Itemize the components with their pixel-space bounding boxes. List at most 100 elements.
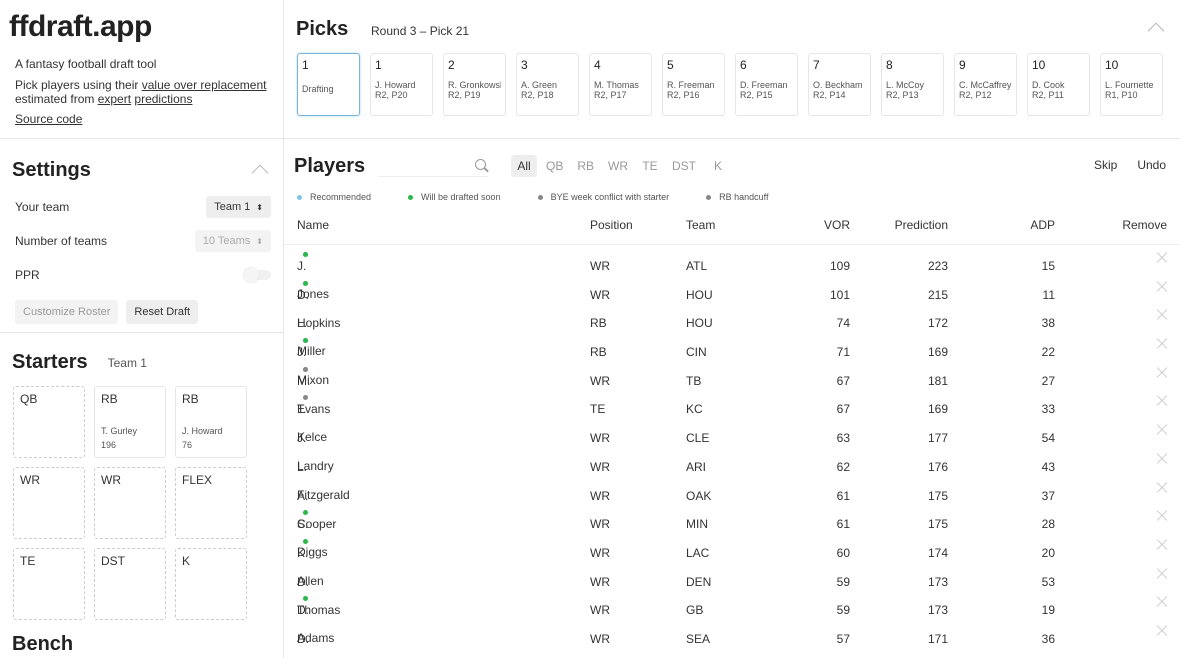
collapse-picks-icon[interactable] (1147, 22, 1165, 40)
expert-link[interactable]: expert (98, 92, 131, 106)
slot-position: QB (20, 392, 38, 406)
table-row[interactable]: M. Evans WR TB 67 181 27 (297, 366, 1167, 416)
player-team: MIN (686, 517, 708, 532)
pick-team-number: 7 (813, 58, 820, 72)
remove-icon[interactable] (1155, 281, 1167, 293)
table-row[interactable]: J. Mixon RB CIN 71 169 22 (297, 338, 1167, 387)
tab-all[interactable]: All (511, 155, 537, 177)
col-team[interactable]: Team (686, 218, 715, 232)
col-position[interactable]: Position (590, 218, 633, 232)
table-row[interactable]: D. Baldwin WR SEA 57 171 36 (297, 625, 1167, 654)
vor-link[interactable]: value over replacement (142, 78, 267, 92)
remove-icon[interactable] (1155, 309, 1167, 321)
player-prediction: 174 (927, 545, 948, 560)
player-prediction: 169 (927, 402, 948, 417)
player-prediction: 176 (927, 459, 948, 474)
player-vor: 71 (836, 345, 850, 360)
pick-team-number: 8 (886, 58, 893, 72)
pick-card-current[interactable]: 1 Drafting (297, 53, 360, 116)
reset-draft-button[interactable]: Reset Draft (126, 300, 199, 324)
tab-te[interactable]: TE (637, 155, 663, 177)
skip-button[interactable]: Skip (1094, 158, 1117, 172)
starter-slot-te[interactable]: TE (13, 548, 85, 620)
pick-card[interactable]: 3 A. Green R2, P18 (516, 53, 579, 116)
player-team: HOU (686, 316, 713, 331)
slot-position: RB (101, 392, 118, 406)
starter-slot-rb[interactable]: RB J. Howard 76 (175, 386, 247, 458)
starter-slot-dst[interactable]: DST (94, 548, 166, 620)
col-adp[interactable]: ADP (1030, 218, 1055, 232)
player-position: WR (590, 488, 610, 503)
remove-icon[interactable] (1155, 568, 1167, 580)
starter-slot-qb[interactable]: QB (13, 386, 85, 458)
remove-icon[interactable] (1155, 510, 1167, 522)
remove-icon[interactable] (1155, 252, 1167, 264)
remove-icon[interactable] (1155, 424, 1167, 436)
tab-dst[interactable]: DST (667, 155, 701, 177)
source-code-link[interactable]: Source code (15, 112, 82, 126)
remove-icon[interactable] (1155, 367, 1167, 379)
table-row[interactable]: J. Landry WR CLE 63 177 54 (297, 424, 1167, 473)
players-table: J. Jones WR ATL 109 223 15 D. Hopkins WR HOU 101 2… (297, 252, 1167, 654)
table-row[interactable]: K. Allen WR LAC 60 174 20 (297, 538, 1167, 588)
starter-slot-wr[interactable]: WR (13, 467, 85, 539)
your-team-select[interactable]: Team 1 ⬍ (206, 196, 271, 218)
tab-k[interactable]: K (705, 155, 731, 177)
search-input[interactable] (378, 155, 488, 177)
starter-slot-wr[interactable]: WR (94, 467, 166, 539)
legend-dot-icon (706, 194, 712, 200)
pick-card[interactable]: 5 R. Freeman R2, P16 (662, 53, 725, 116)
num-teams-select[interactable]: 10 Teams ⬍ (194, 230, 271, 252)
table-row[interactable]: L. Miller RB HOU 74 172 38 (297, 309, 1167, 358)
player-vor: 101 (829, 287, 850, 302)
pick-card[interactable]: 4 M. Thomas R2, P17 (589, 53, 652, 116)
remove-icon[interactable] (1155, 338, 1167, 350)
player-adp: 36 (1041, 631, 1055, 646)
remove-icon[interactable] (1155, 625, 1167, 637)
table-row[interactable]: A. Cooper WR OAK 61 175 37 (297, 482, 1167, 531)
pick-card[interactable]: 6 D. Freeman R2, P15 (735, 53, 798, 116)
pick-slot: R2, P16 (667, 90, 700, 100)
table-row[interactable]: D. Hopkins WR HOU 101 215 11 (297, 280, 1167, 330)
col-vor[interactable]: VOR (824, 218, 850, 232)
col-prediction[interactable]: Prediction (895, 218, 948, 232)
tab-wr[interactable]: WR (603, 155, 633, 177)
players-title: Players (294, 155, 366, 177)
num-teams-label: Number of teams (15, 234, 108, 248)
table-row[interactable]: J. Jones WR ATL 109 223 15 (297, 252, 1167, 301)
remove-icon[interactable] (1155, 395, 1167, 407)
pick-card[interactable]: 9 C. McCaffrey R2, P12 (954, 53, 1017, 116)
pick-card[interactable]: 10 L. Fournette R1, P10 (1100, 53, 1163, 116)
starter-slot-flex[interactable]: FLEX (175, 467, 247, 539)
remove-icon[interactable] (1155, 596, 1167, 608)
pick-slot: R2, P12 (959, 90, 992, 100)
col-name[interactable]: Name (297, 218, 329, 232)
customize-roster-button[interactable]: Customize Roster (15, 300, 119, 324)
pick-card[interactable]: 10 D. Cook R2, P11 (1027, 53, 1090, 116)
pick-card[interactable]: 1 J. Howard R2, P20 (370, 53, 433, 116)
pick-card[interactable]: 7 O. Beckham R2, P14 (808, 53, 871, 116)
table-row[interactable]: T. Kelce TE KC 67 169 33 (297, 395, 1167, 444)
undo-button[interactable]: Undo (1137, 158, 1166, 172)
remove-icon[interactable] (1155, 539, 1167, 551)
pick-player: D. Freeman (740, 80, 788, 90)
table-row[interactable]: S. Diggs WR MIN 61 175 28 (297, 510, 1167, 559)
pick-card[interactable]: 8 L. McCoy R2, P13 (881, 53, 944, 116)
search-icon[interactable] (475, 159, 486, 170)
starter-slot-k[interactable]: K (175, 548, 247, 620)
ppr-toggle[interactable] (243, 267, 271, 283)
starter-slot-rb[interactable]: RB T. Gurley 196 (94, 386, 166, 458)
pick-player: D. Cook (1032, 80, 1065, 90)
tab-qb[interactable]: QB (541, 155, 568, 177)
remove-icon[interactable] (1155, 453, 1167, 465)
remove-icon[interactable] (1155, 482, 1167, 494)
predictions-link[interactable]: predictions (134, 92, 192, 106)
table-row[interactable]: L. Fitzgerald WR ARI 62 176 43 (297, 453, 1167, 502)
settings-section: Settings Your team Team 1 ⬍ Number of tea… (0, 139, 283, 333)
pick-team-number: 10 (1105, 58, 1119, 72)
player-prediction: 172 (927, 316, 948, 331)
table-row[interactable]: D. Thomas WR DEN 59 173 53 (297, 568, 1167, 617)
tab-rb[interactable]: RB (572, 155, 599, 177)
pick-card[interactable]: 2 R. Gronkowski R2, P19 (443, 53, 506, 116)
table-row[interactable]: D. Adams WR GB 59 173 19 (297, 596, 1167, 645)
